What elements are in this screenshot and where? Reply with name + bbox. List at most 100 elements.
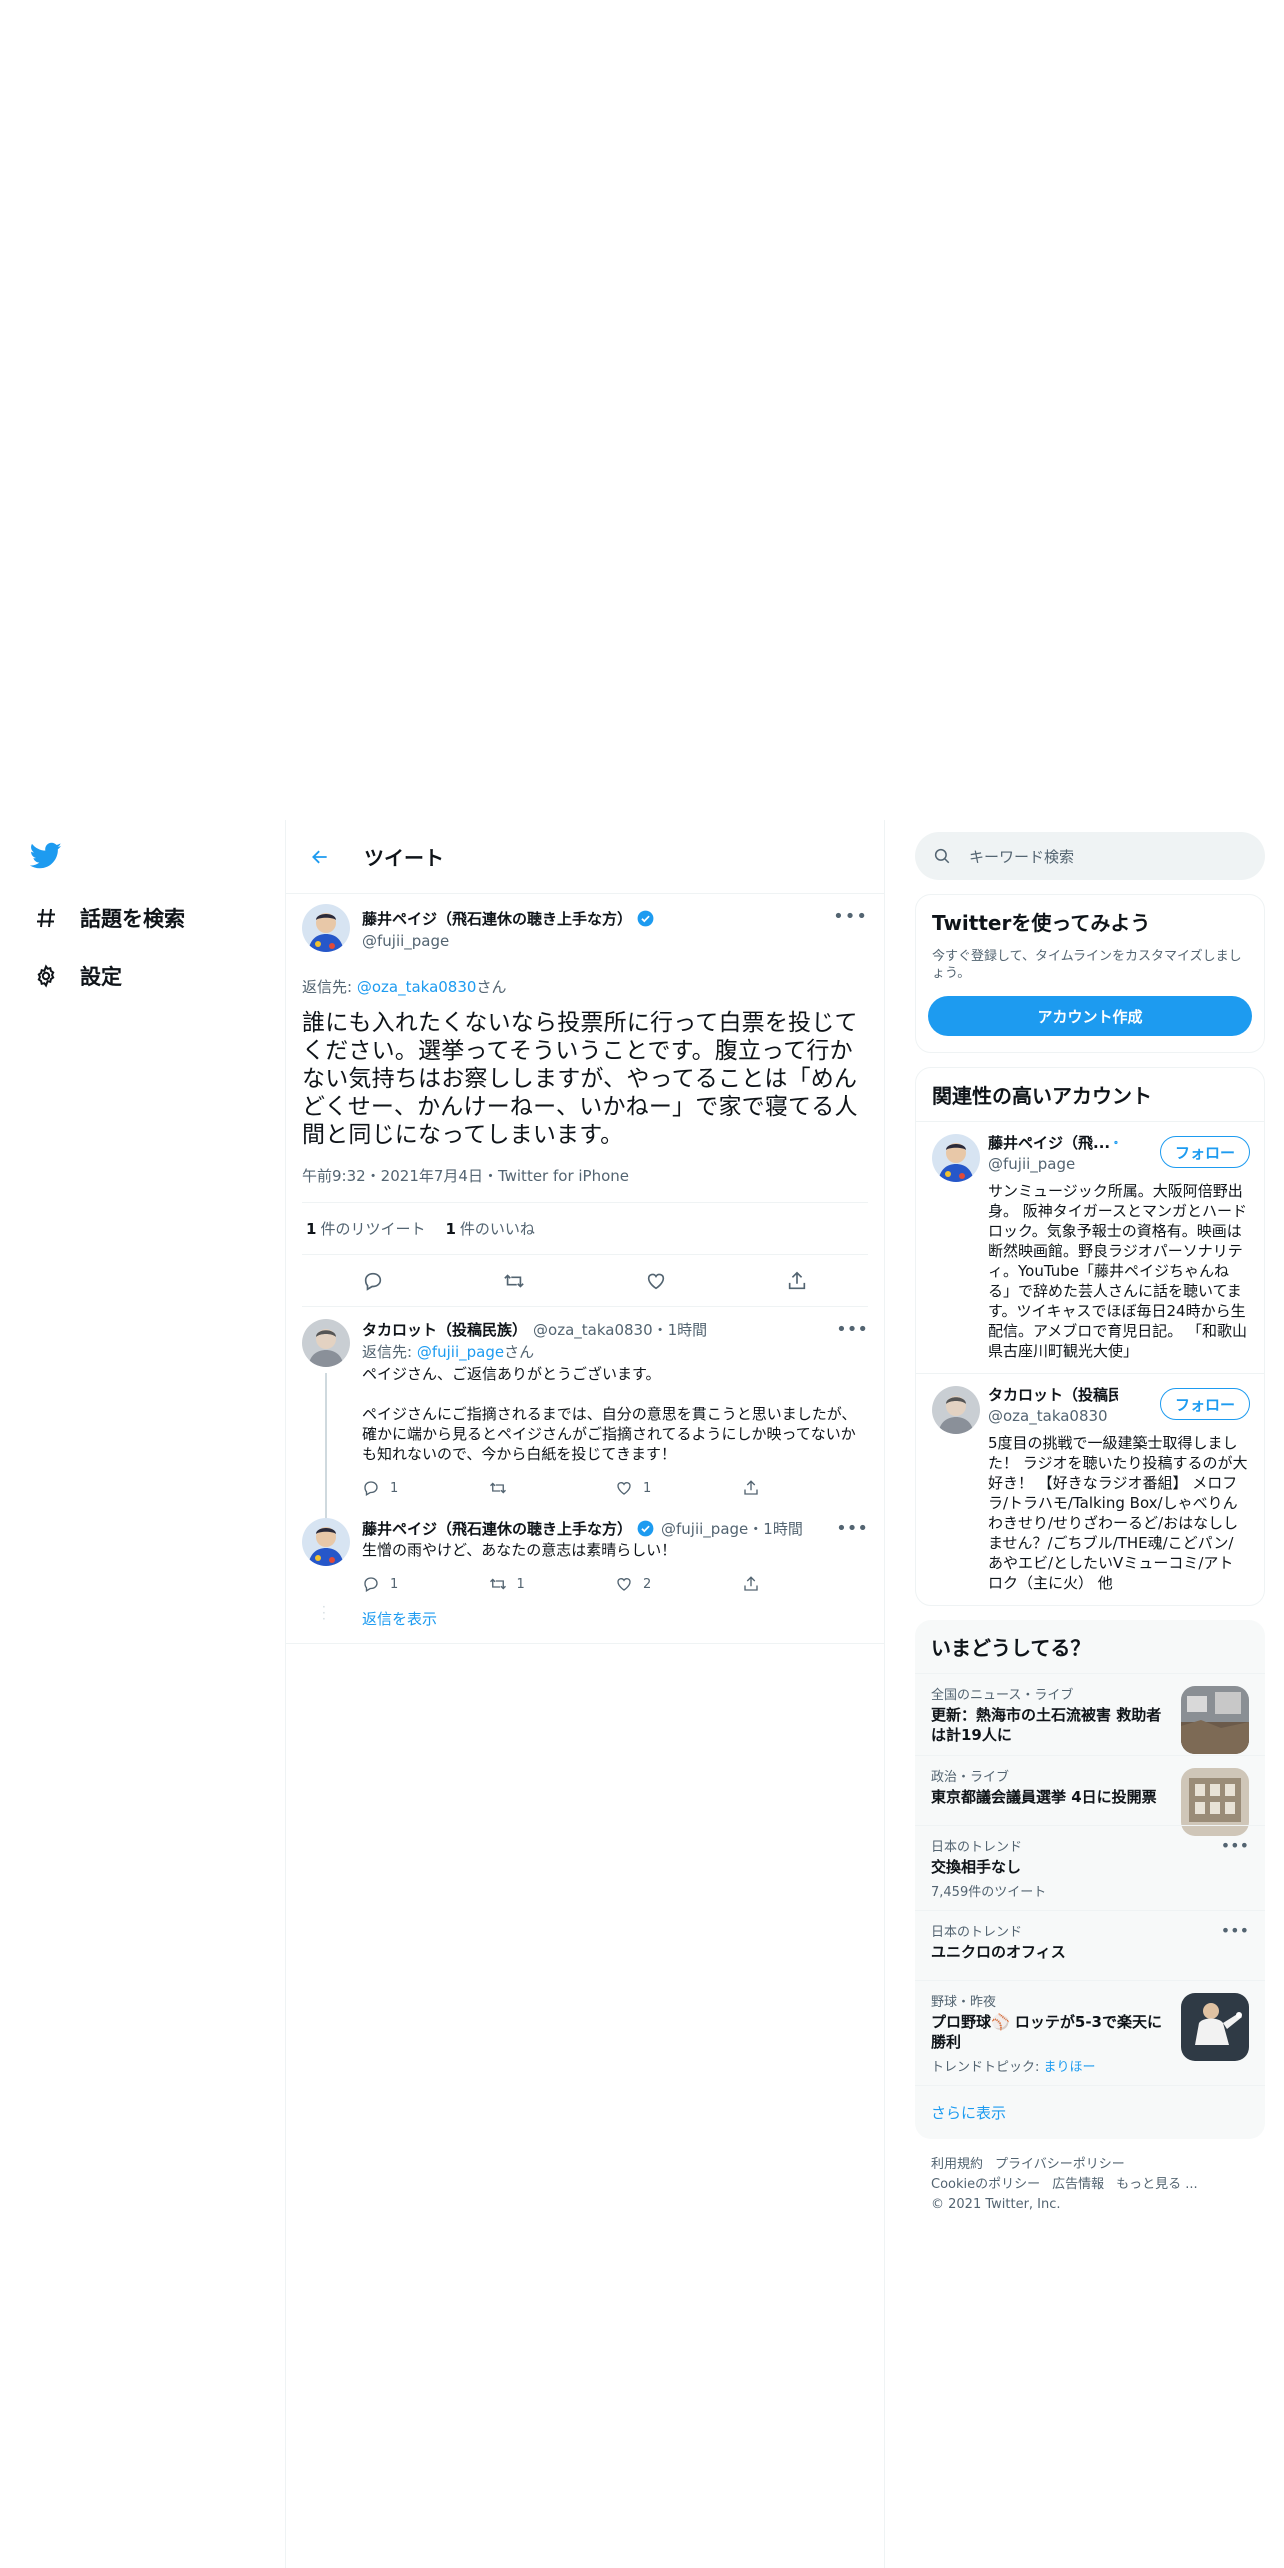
retweet-icon[interactable] bbox=[496, 1263, 532, 1299]
hashtag-icon bbox=[32, 904, 60, 932]
account-item[interactable]: タカロット（投稿民... @oza_taka0830 フォロー 5度目の挑戦で一… bbox=[916, 1373, 1264, 1605]
reply-tweet[interactable]: タカロット（投稿民族） @oza_taka0830・1時間 ••• 返信先: @… bbox=[286, 1307, 884, 1553]
share-button[interactable] bbox=[742, 1575, 869, 1593]
search-placeholder: キーワード検索 bbox=[969, 847, 1075, 866]
avatar[interactable] bbox=[302, 1518, 350, 1566]
share-icon[interactable] bbox=[779, 1263, 815, 1299]
ads-link[interactable]: 広告情報 bbox=[1052, 2177, 1104, 2192]
account-bio: サンミュージック所属。大阪阿倍野出身。 阪神タイガースとマンガとハードロック。気… bbox=[988, 1182, 1248, 1360]
trend-thumbnail bbox=[1181, 1686, 1249, 1754]
like-count-link[interactable]: 1 件のいいね bbox=[445, 1218, 534, 1239]
main-tweet: 藤井ペイジ（飛石連休の聴き上手な方） @fujii_page ••• 返信先: … bbox=[286, 894, 884, 1307]
privacy-link[interactable]: プライバシーポリシー bbox=[995, 2157, 1125, 2172]
follow-button[interactable]: フォロー bbox=[1159, 1136, 1250, 1168]
reply-button[interactable]: 1 bbox=[362, 1575, 489, 1593]
reply-tweet[interactable]: 藤井ペイジ（飛石連休の聴き上手な方） @fujii_page・1時間 ••• 生… bbox=[286, 1508, 884, 1604]
trends-card: いまどうしてる？ 全国のニュース・ライブ 更新：熱海市の土石流被害 救助者は計1… bbox=[915, 1620, 1265, 2139]
like-heart-icon bbox=[617, 1578, 631, 1591]
trend-item[interactable]: 政治・ライブ 東京都議会議員選挙 4日に投開票 bbox=[915, 1755, 1265, 1836]
retweet-icon bbox=[489, 1578, 506, 1590]
retweet-icon bbox=[489, 1482, 506, 1494]
retweet-button[interactable] bbox=[489, 1479, 616, 1497]
reply-actions: 1 1 bbox=[362, 1468, 868, 1508]
nav-explore-label: 話題を検索 bbox=[80, 907, 185, 931]
reply-author-name[interactable]: タカロット（投稿民族） bbox=[362, 1319, 527, 1340]
verified-badge-icon bbox=[637, 1520, 654, 1536]
reply-actions: 1 1 2 bbox=[362, 1564, 868, 1604]
reply-icon[interactable] bbox=[355, 1263, 391, 1299]
nav-explore[interactable]: 話題を検索 bbox=[32, 898, 185, 938]
signup-card: Twitterを使ってみよう 今すぐ登録して、タイムラインをカスタマイズしましょ… bbox=[915, 894, 1265, 1053]
like-button[interactable]: 2 bbox=[615, 1575, 742, 1593]
avatar[interactable] bbox=[302, 904, 350, 952]
reply-to-handle-link[interactable]: @oza_taka0830 bbox=[357, 978, 477, 996]
author-name[interactable]: 藤井ペイジ（飛石連休の聴き上手な方） bbox=[362, 908, 655, 929]
like-button[interactable]: 1 bbox=[615, 1479, 742, 1497]
trend-title: ユニクロのオフィス bbox=[931, 1943, 1066, 1961]
page-title: ツイート bbox=[364, 846, 444, 870]
gear-icon bbox=[32, 962, 60, 990]
reply-text: ペイジさん、ご返信ありがとうございます。 ペイジさんにご指摘されるまでは、自分の… bbox=[362, 1365, 857, 1463]
retweet-button[interactable]: 1 bbox=[489, 1575, 616, 1593]
nav-settings[interactable]: 設定 bbox=[32, 956, 122, 996]
more-options-icon[interactable]: ••• bbox=[836, 1518, 868, 1539]
related-accounts-card: 関連性の高いアカウント 藤井ペイジ（飛... @fujii_page フォロー … bbox=[915, 1067, 1265, 1606]
avatar[interactable] bbox=[932, 1134, 980, 1182]
share-button[interactable] bbox=[742, 1479, 869, 1497]
right-sidebar: キーワード検索 Twitterを使ってみよう 今すぐ登録して、タイムラインをカス… bbox=[915, 820, 1265, 2231]
reply-icon bbox=[364, 1577, 378, 1592]
signup-subtitle: 今すぐ登録して、タイムラインをカスタマイズしましょう。 bbox=[932, 949, 1242, 981]
verified-badge-icon bbox=[637, 910, 654, 927]
trend-topic-link[interactable]: まりほー bbox=[1044, 2060, 1096, 2075]
show-more-link[interactable]: さらに表示 bbox=[915, 2085, 1265, 2139]
like-heart-icon[interactable] bbox=[638, 1263, 674, 1299]
reply-text: 生憎の雨やけど、あなたの意志は素晴らしい！ bbox=[362, 1541, 677, 1559]
tweet-actions bbox=[302, 1255, 868, 1307]
cookie-link[interactable]: Cookieのポリシー bbox=[931, 2177, 1040, 2192]
create-account-button[interactable]: アカウント作成 bbox=[928, 996, 1252, 1036]
terms-link[interactable]: 利用規約 bbox=[931, 2157, 983, 2172]
replying-to: 返信先: @oza_taka0830さん bbox=[302, 978, 507, 996]
search-icon bbox=[934, 848, 950, 864]
column-header: ツイート bbox=[286, 820, 884, 894]
retweet-count-link[interactable]: 1 件のリツイート bbox=[306, 1218, 425, 1239]
more-link[interactable]: もっと見る ... bbox=[1116, 2177, 1198, 2192]
trend-item[interactable]: 日本のトレンド ユニクロのオフィス ••• bbox=[915, 1910, 1265, 1980]
more-options-icon[interactable]: ••• bbox=[1221, 1921, 1249, 1940]
avatar[interactable] bbox=[302, 1319, 350, 1367]
trend-item[interactable]: 日本のトレンド 交換相手なし 7,459件のツイート ••• bbox=[915, 1825, 1265, 1910]
replying-to: 返信先: @fujii_pageさん bbox=[362, 1343, 535, 1361]
more-options-icon[interactable]: ••• bbox=[1221, 1836, 1249, 1855]
more-options-icon[interactable]: ••• bbox=[836, 1319, 868, 1340]
reply-handle-time[interactable]: @oza_taka0830・1時間 bbox=[533, 1319, 707, 1340]
show-replies-link[interactable]: · · · 返信を表示 bbox=[286, 1601, 884, 1644]
account-name: 藤井ペイジ（飛... bbox=[988, 1132, 1118, 1153]
signup-title: Twitterを使ってみよう bbox=[932, 911, 1151, 935]
copyright: © 2021 Twitter, Inc. bbox=[931, 2197, 1061, 2212]
more-options-icon[interactable]: ••• bbox=[833, 906, 868, 927]
reply-icon bbox=[364, 1481, 378, 1496]
reply-handle-time[interactable]: @fujii_page・1時間 bbox=[661, 1518, 803, 1539]
follow-button[interactable]: フォロー bbox=[1159, 1388, 1250, 1420]
reply-button[interactable]: 1 bbox=[362, 1479, 489, 1497]
reply-to-handle-link[interactable]: @fujii_page bbox=[417, 1343, 504, 1361]
account-item[interactable]: 藤井ペイジ（飛... @fujii_page フォロー サンミュージック所属。大… bbox=[916, 1121, 1264, 1373]
trend-item[interactable]: 全国のニュース・ライブ 更新：熱海市の土石流被害 救助者は計19人に bbox=[915, 1673, 1265, 1755]
trend-item[interactable]: 野球・昨夜 プロ野球⚾ ロッテが5-3で楽天に勝利 トレンドトピック: まりほー bbox=[915, 1980, 1265, 2085]
back-arrow-icon[interactable] bbox=[302, 839, 338, 875]
trend-category: 日本のトレンド bbox=[931, 1925, 1023, 1940]
author-handle[interactable]: @fujii_page bbox=[362, 932, 655, 950]
trend-category: 日本のトレンド bbox=[931, 1840, 1023, 1855]
tweet-stats: 1 件のリツイート 1 件のいいね bbox=[302, 1203, 868, 1255]
reply-author-name[interactable]: 藤井ペイジ（飛石連休の聴き上手な方） bbox=[362, 1518, 655, 1539]
account-bio: 5度目の挑戦で一級建築士取得しました！ ラジオを聴いたり投稿するのが大好き！ 【… bbox=[988, 1434, 1248, 1592]
search-input[interactable]: キーワード検索 bbox=[915, 832, 1265, 880]
tweet-timestamp[interactable]: 午前9:32・2021年7月4日・Twitter for iPhone bbox=[302, 1165, 868, 1203]
related-title: 関連性の高いアカウント bbox=[932, 1084, 1152, 1108]
share-icon bbox=[743, 1480, 758, 1495]
trends-title: いまどうしてる？ bbox=[931, 1636, 1091, 1660]
trend-title: 交換相手なし bbox=[931, 1858, 1022, 1876]
twitter-logo-icon[interactable] bbox=[29, 842, 62, 870]
tweet-text: 誰にも入れたくないなら投票所に行って白票を投じてください。選挙ってそういうことで… bbox=[302, 1010, 858, 1148]
avatar[interactable] bbox=[932, 1386, 980, 1434]
